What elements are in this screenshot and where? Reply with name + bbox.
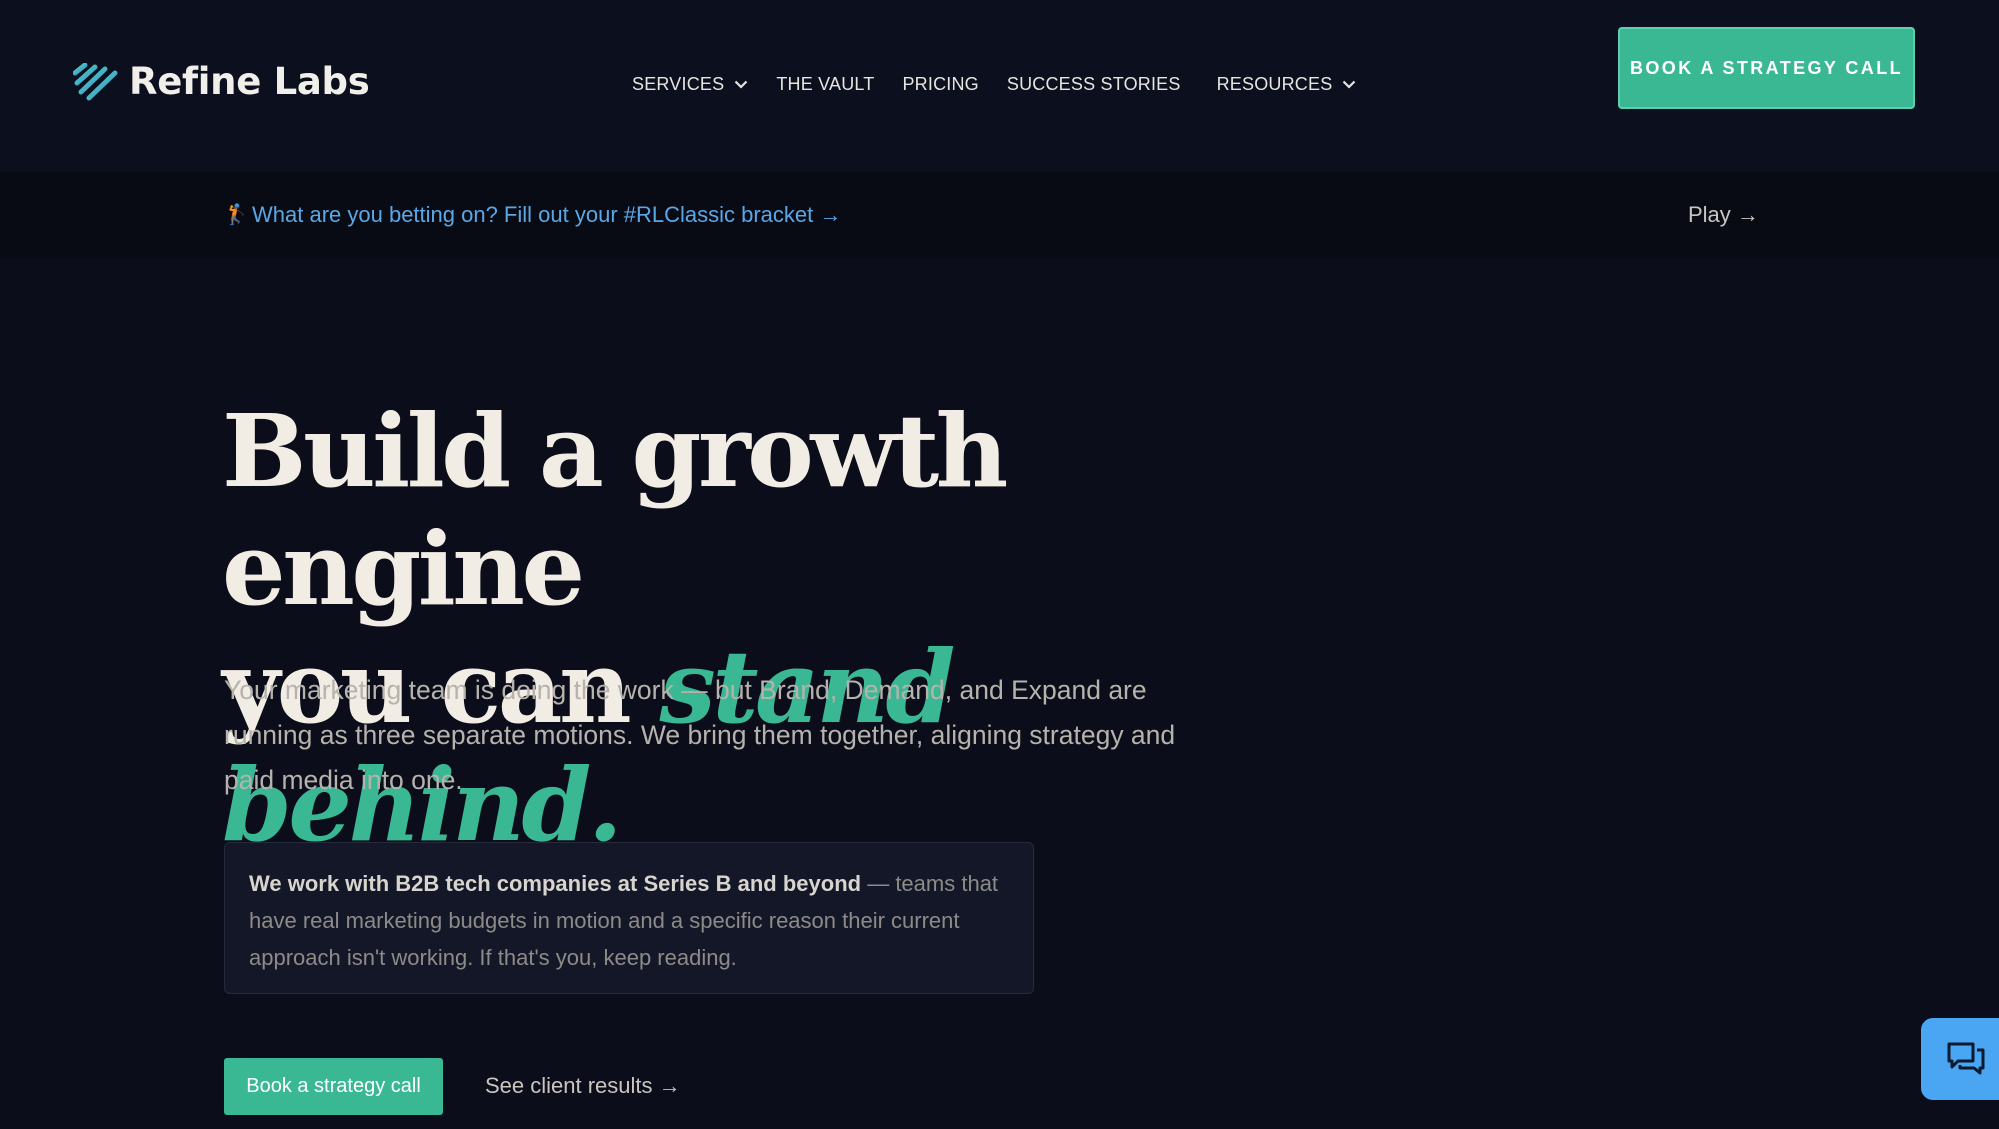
chevron-down-icon xyxy=(1343,80,1356,89)
nav-item-pricing[interactable]: PRICING xyxy=(902,74,978,95)
announcement-link[interactable]: What are you betting on? Fill out your #… xyxy=(252,202,841,228)
play-link[interactable]: Play → xyxy=(1688,202,1759,228)
nav-item-label: THE VAULT xyxy=(776,74,875,94)
logo-mark-icon xyxy=(73,62,118,100)
audience-note: We work with B2B tech companies at Serie… xyxy=(224,842,1034,994)
chat-button[interactable] xyxy=(1921,1018,1999,1100)
chat-icon xyxy=(1947,1042,1985,1075)
hero-subtitle: Your marketing team is doing the work — … xyxy=(224,675,1176,795)
chevron-down-icon xyxy=(735,80,748,89)
nav-item-resources[interactable]: RESOURCES xyxy=(1217,74,1357,95)
main-nav: SERVICES THE VAULT PRICING SUCCESS STORI… xyxy=(632,74,1384,95)
book-strategy-call-primary-button[interactable]: Book a strategy call xyxy=(224,1058,443,1115)
site-header: Refine Labs SERVICES THE VAULT PRICING S… xyxy=(0,0,1999,172)
nav-item-label: RESOURCES xyxy=(1216,74,1333,94)
hero-title-line1: Build a growth engine xyxy=(222,392,1008,628)
nav-item-label: SUCCESS STORIES xyxy=(1006,74,1181,94)
nav-item-services[interactable]: SERVICES xyxy=(632,74,748,95)
book-strategy-call-button[interactable]: BOOK A STRATEGY CALL xyxy=(1618,27,1915,109)
nav-item-success-stories[interactable]: SUCCESS STORIES xyxy=(1007,74,1181,95)
page: Refine Labs SERVICES THE VAULT PRICING S… xyxy=(0,0,1999,1129)
nav-item-the-vault[interactable]: THE VAULT xyxy=(776,74,874,95)
logo-text: Refine Labs xyxy=(129,60,370,103)
golfer-icon: 🏌️ xyxy=(224,204,249,226)
nav-item-label: PRICING xyxy=(902,74,979,94)
nav-item-label: SERVICES xyxy=(632,74,725,94)
logo[interactable]: Refine Labs xyxy=(73,60,370,103)
see-client-results-link[interactable]: See client results → xyxy=(485,1073,681,1099)
audience-note-bold: We work with B2B tech companies at Serie… xyxy=(249,871,862,896)
